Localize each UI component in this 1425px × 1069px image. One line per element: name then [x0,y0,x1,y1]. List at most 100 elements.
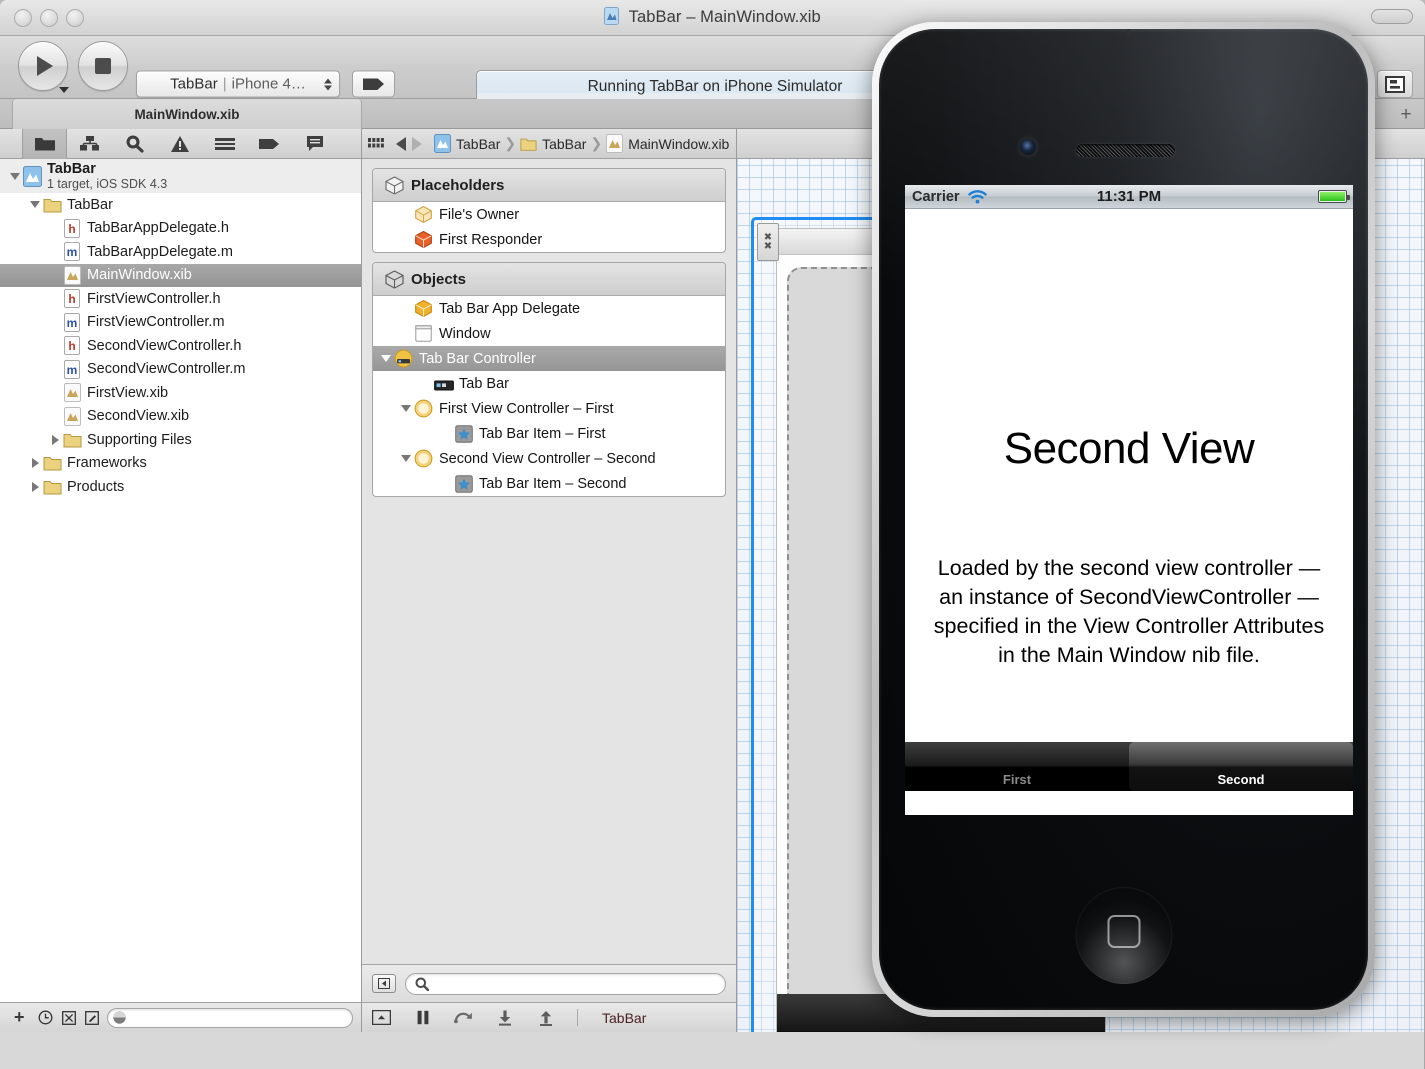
disclosure-closed-icon[interactable] [48,434,62,445]
add-file-button[interactable]: + [8,1007,31,1028]
pause-icon[interactable] [413,1008,432,1027]
outline-row-label: Tab Bar Controller [419,350,536,367]
outline-row[interactable]: Second View Controller – Second [373,446,725,471]
outline-row[interactable]: First Responder [373,227,725,252]
file-tree-row[interactable]: m SecondViewController.m [0,358,361,382]
file-tree-row[interactable]: h TabBarAppDelegate.h [0,217,361,241]
navigator-tab-symbol[interactable] [67,129,112,159]
disclosure-closed-icon[interactable] [28,481,42,492]
outline-row[interactable]: Window [373,321,725,346]
breadcrumb-item[interactable]: TabBar [520,136,586,152]
project-navigator-tree[interactable]: TabBar 1 target, iOS SDK 4.3 TabBar h TabB… [0,159,361,1002]
filter-bubble-icon [112,1010,128,1026]
breadcrumb-separator: ❯ [590,135,603,151]
outline-row-label: Tab Bar App Delegate [439,300,581,317]
outline-row[interactable]: Tab Bar Item – Second [373,471,725,496]
file-tree-row[interactable]: FirstView.xib [0,381,361,405]
disclosure-open-icon[interactable] [399,405,413,412]
outline-row[interactable]: Tab Bar Item – First [373,421,725,446]
clock-icon[interactable] [38,1010,54,1026]
file-tree-row-label: TabBarAppDelegate.m [87,243,233,260]
collapse-panel-button[interactable] [372,974,396,993]
step-out-icon[interactable] [536,1008,555,1027]
outline-row[interactable]: Tab Bar App Delegate [373,296,725,321]
window-title-label: TabBar – MainWindow.xib [628,8,821,26]
collapse-icon [378,978,390,989]
disclosure-closed-icon[interactable] [28,458,42,469]
ios-tab-first[interactable]: First [905,742,1129,791]
navigator-tab-breakpoint[interactable] [247,129,292,159]
tabbar-icon [433,377,454,391]
disclosure-open-icon[interactable] [399,455,413,462]
file-tree-row-label: Frameworks [67,455,147,472]
file-tree-row[interactable]: h FirstViewController.h [0,287,361,311]
outline-row[interactable]: First View Controller – First [373,396,725,421]
outline-row[interactable]: Tab Bar [373,371,725,396]
step-over-icon[interactable] [454,1008,473,1027]
file-tree-row-label: FirstViewController.h [87,290,221,307]
home-button[interactable] [1075,887,1172,984]
file-tree-row-label: Supporting Files [87,431,192,448]
scheme-stepper-icon[interactable] [324,78,332,90]
tab-mainwindow-xib[interactable]: MainWindow.xib [12,99,362,129]
outline-search-input[interactable] [435,976,715,991]
file-tree-row[interactable]: m TabBarAppDelegate.m [0,240,361,264]
add-tab-button[interactable]: + [1395,103,1417,125]
breadcrumb-toolbar-button[interactable] [352,70,395,98]
run-button[interactable] [18,41,69,93]
stop-button[interactable] [78,41,128,91]
home-square-icon [1107,915,1140,948]
navigator-filter-input[interactable] [131,1010,324,1025]
file-tree-row[interactable]: Frameworks [0,452,361,476]
svg-text:h: h [68,339,75,353]
file-tree-row[interactable]: MainWindow.xib [0,263,361,287]
file-tree-row[interactable]: Products [0,475,361,499]
project-root-row[interactable]: TabBar 1 target, iOS SDK 4.3 [0,159,361,193]
disclosure-open-icon[interactable] [8,172,22,180]
file-tree-row[interactable]: m FirstViewController.m [0,311,361,335]
navigator-tab-issue[interactable] [157,129,202,159]
scheme-project-label: TabBar [170,75,218,93]
outline-row[interactable]: Tab Bar Controller [373,346,725,371]
file-tree-row[interactable]: SecondView.xib [0,405,361,429]
outline-row[interactable]: File's Owner [373,202,725,227]
edit-box-icon[interactable] [84,1010,100,1026]
editor-layout-button[interactable] [1377,70,1413,98]
header-icon: h [62,336,82,356]
navigator-tab-log[interactable] [292,129,337,159]
grid-icon[interactable] [368,137,384,151]
navigator-tab-search[interactable] [112,129,157,159]
scheme-selector[interactable]: TabBar | iPhone 4… [136,70,340,98]
disclosure-open-icon[interactable] [379,355,393,362]
forward-arrow-icon[interactable] [412,136,422,151]
navigator-tab-debug[interactable] [202,129,247,159]
navigator-tab-project[interactable] [22,128,67,159]
breadcrumb-item[interactable]: MainWindow.xib [606,134,729,153]
file-tree-row[interactable]: h SecondViewController.h [0,334,361,358]
breadcrumb-item[interactable]: TabBar [434,134,500,153]
navigator-filter-field[interactable] [106,1007,353,1028]
file-tree-row-label: Products [67,478,125,495]
simulator-screen[interactable]: Carrier 11:31 PM Second View Loaded by t… [905,185,1353,815]
back-arrow-icon[interactable] [396,136,406,151]
iphone-simulator-window[interactable]: Carrier 11:31 PM Second View Loaded by t… [872,22,1375,1017]
folder-icon [34,138,55,151]
disclosure-open-icon[interactable] [28,201,42,209]
resize-glyph-bottom: ✖ [763,241,773,252]
file-tree-row[interactable]: Supporting Files [0,428,361,452]
step-into-icon[interactable] [495,1008,514,1027]
ios-tab-second[interactable]: Second [1129,742,1353,791]
svg-text:h: h [68,292,75,306]
outline-row-label: Tab Bar Item – Second [479,475,627,492]
file-tree-row[interactable]: TabBar [0,193,361,217]
outline-row-label: Second View Controller – Second [439,450,656,467]
svg-text:m: m [67,316,78,330]
fullscreen-pill[interactable] [1371,9,1413,24]
resize-handle[interactable]: ✖ ✖ [757,223,779,261]
outline-jump-bar: TabBar❯TabBar❯MainWindow.xib❯ [362,129,736,159]
x-box-icon[interactable] [61,1010,77,1026]
file-tree-row-label: SecondView.xib [87,408,190,425]
chevron-down-icon[interactable] [59,87,69,93]
show-hide-debug-icon[interactable] [372,1008,391,1027]
outline-search-field[interactable] [405,972,726,995]
